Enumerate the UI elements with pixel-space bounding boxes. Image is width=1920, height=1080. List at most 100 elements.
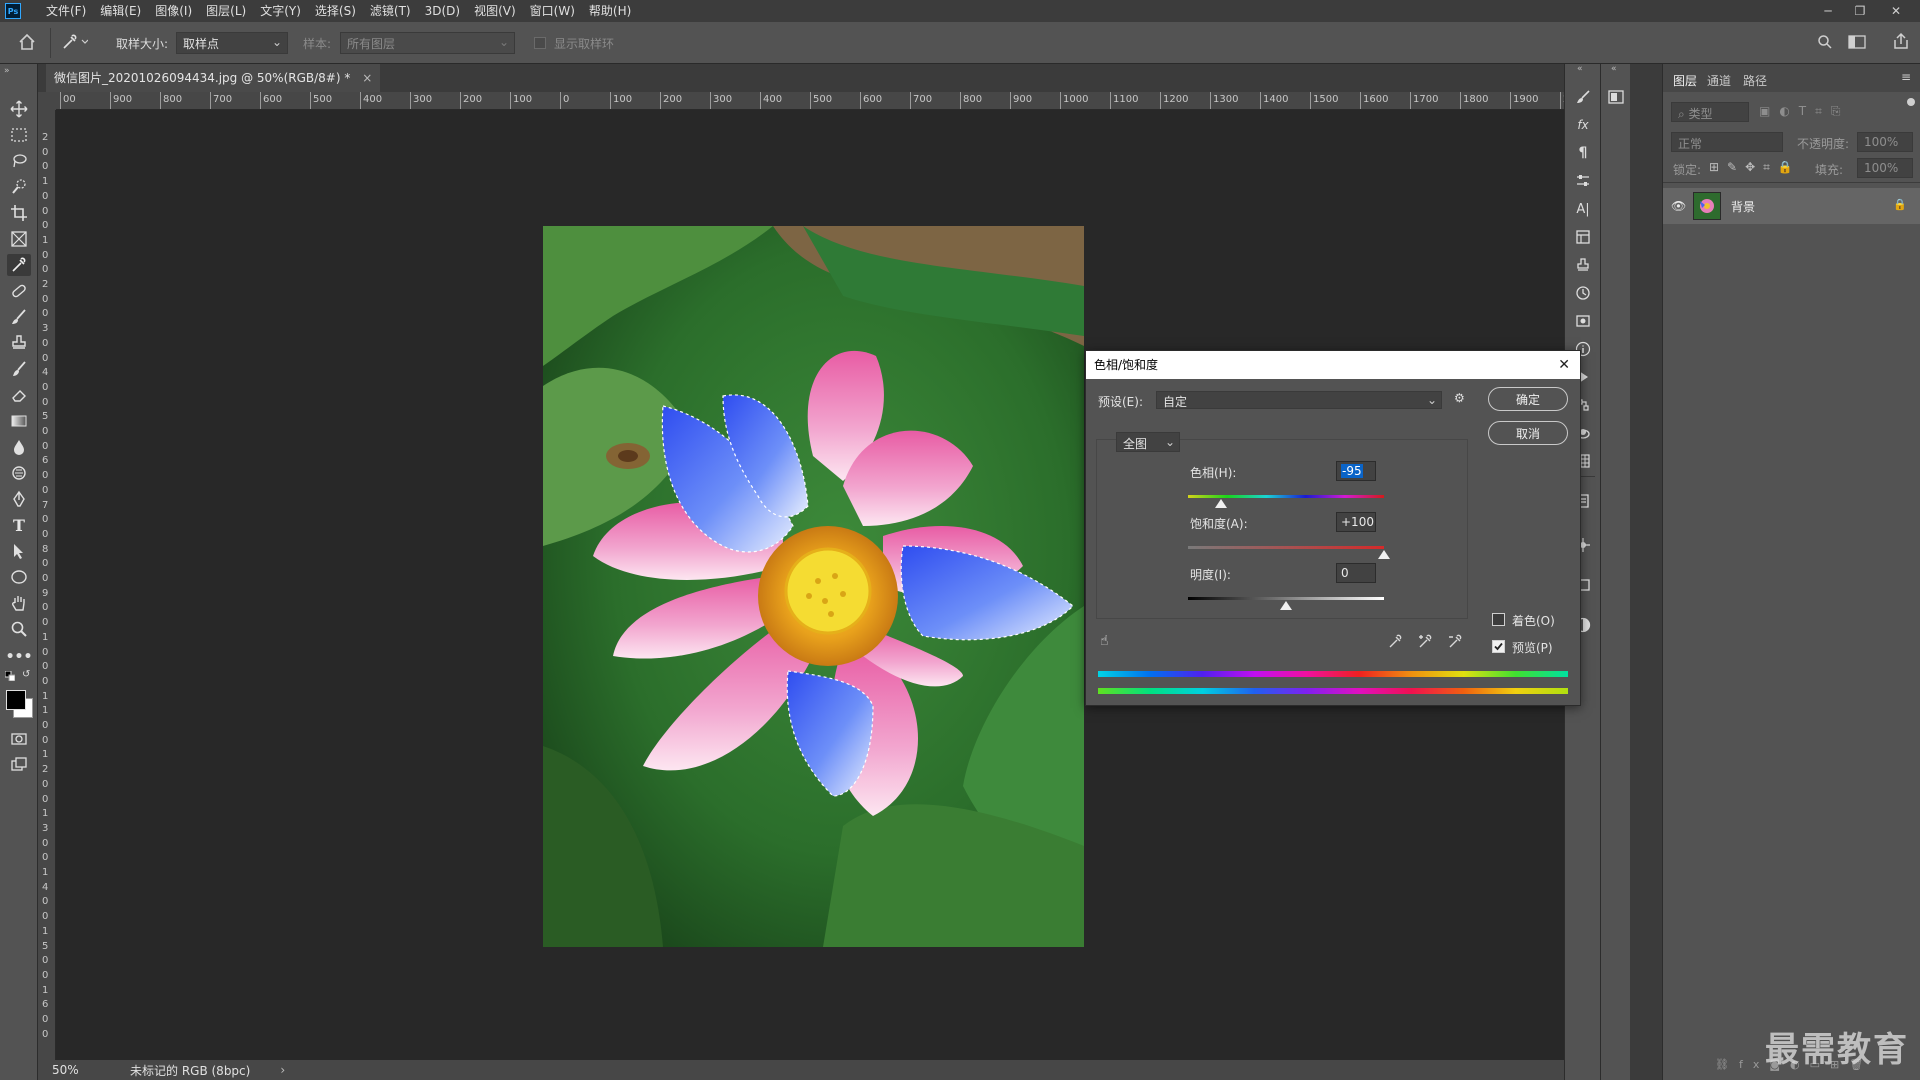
clone-source-icon[interactable] (1574, 256, 1592, 274)
zoom-tool-icon[interactable] (7, 618, 31, 640)
preset-select[interactable]: 自定 ⌄ (1156, 391, 1442, 409)
libraries-icon[interactable] (1574, 228, 1592, 246)
colorize-checkbox[interactable] (1492, 613, 1505, 626)
pen-tool-icon[interactable] (7, 488, 31, 510)
move-tool-icon[interactable] (7, 98, 31, 120)
fill-field[interactable]: 100% (1857, 158, 1913, 178)
menu-layer[interactable]: 图层(L) (199, 0, 253, 22)
menu-file[interactable]: 文件(F) (39, 0, 93, 22)
menu-edit[interactable]: 编辑(E) (93, 0, 148, 22)
healing-brush-tool-icon[interactable] (7, 280, 31, 302)
saturation-slider-thumb[interactable] (1378, 550, 1390, 559)
panel-menu-icon[interactable]: ≡ (1901, 70, 1911, 84)
layer-filter-select[interactable]: ⌕ 类型 (1671, 102, 1749, 122)
collapse-arrows-icon[interactable]: « (1611, 64, 1617, 74)
swap-colors-icon[interactable]: ↺ (22, 669, 30, 680)
tab-paths[interactable]: 路径 (1743, 72, 1767, 89)
preset-gear-icon[interactable]: ⚙ (1454, 391, 1465, 405)
document-tab[interactable]: 微信图片_20201026094434.jpg @ 50%(RGB/8#) * … (46, 64, 381, 92)
menu-help[interactable]: 帮助(H) (582, 0, 638, 22)
sample-size-select[interactable]: 取样点 ⌄ (176, 32, 288, 54)
history-icon[interactable] (1574, 284, 1592, 302)
ellipse-tool-icon[interactable] (7, 566, 31, 588)
adjustments-sliders-icon[interactable] (1574, 172, 1592, 190)
menu-image[interactable]: 图像(I) (148, 0, 199, 22)
collapse-arrows-icon[interactable]: « (1577, 64, 1583, 74)
crop-tool-icon[interactable] (7, 202, 31, 224)
blend-mode-select[interactable]: 正常 (1671, 132, 1783, 152)
targeted-adjustment-hand-icon[interactable]: ☝ (1100, 633, 1109, 649)
eyedropper-icon[interactable] (1388, 633, 1404, 652)
close-icon[interactable]: ✕ (1558, 351, 1570, 379)
type-tool-icon[interactable]: T (7, 514, 31, 536)
search-icon[interactable] (1817, 34, 1833, 53)
hue-slider-thumb[interactable] (1215, 499, 1228, 508)
history-brush-tool-icon[interactable] (7, 358, 31, 380)
marquee-tool-icon[interactable] (7, 124, 31, 146)
zoom-level[interactable]: 50% (52, 1063, 112, 1077)
fx-styles-icon[interactable]: fx (1574, 116, 1592, 134)
menu-select[interactable]: 选择(S) (308, 0, 363, 22)
preview-checkbox[interactable] (1492, 640, 1505, 653)
lotus-photo[interactable] (543, 226, 1084, 947)
show-ring-checkbox[interactable] (534, 37, 546, 49)
saturation-slider-track[interactable] (1188, 546, 1384, 549)
paragraph-icon[interactable]: ¶ (1574, 144, 1592, 162)
menu-3d[interactable]: 3D(D) (418, 0, 467, 22)
quick-mask-icon[interactable] (7, 728, 31, 750)
hue-slider-track[interactable] (1188, 495, 1384, 498)
default-colors-icon[interactable] (4, 670, 16, 684)
ok-button[interactable]: 确定 (1488, 387, 1568, 411)
eyedropper-subtract-icon[interactable] (1448, 633, 1464, 652)
quick-selection-tool-icon[interactable] (7, 176, 31, 198)
layer-name[interactable]: 背景 (1731, 198, 1755, 215)
sample-select[interactable]: 所有图层 ⌄ (340, 32, 515, 54)
filter-toggle-icon[interactable] (1907, 98, 1915, 106)
menu-window[interactable]: 窗口(W) (523, 0, 582, 22)
channels-mixer-icon[interactable] (1574, 312, 1592, 330)
collapse-arrows-icon[interactable]: » (4, 66, 10, 76)
clone-stamp-tool-icon[interactable] (7, 332, 31, 354)
close-window-icon[interactable]: ✕ (1880, 0, 1912, 22)
status-arrow-icon[interactable]: › (280, 1063, 285, 1077)
frame-tool-icon[interactable] (7, 228, 31, 250)
hue-input[interactable]: -95 (1336, 461, 1376, 481)
layer-row-background[interactable]: 👁 背景 🔒 (1663, 188, 1920, 224)
eyedropper-tool-icon[interactable] (7, 254, 31, 276)
layer-filter-icons[interactable]: ▣◐T⌗⎘ (1759, 104, 1850, 119)
screen-mode-icon[interactable] (7, 754, 31, 776)
tab-layers[interactable]: 图层 (1673, 72, 1697, 89)
eraser-tool-icon[interactable] (7, 384, 31, 406)
eyedropper-tool-preset-icon[interactable] (60, 33, 89, 54)
opacity-field[interactable]: 100% (1857, 132, 1913, 152)
brush-tool-icon[interactable] (7, 306, 31, 328)
lightness-input[interactable]: 0 (1336, 563, 1376, 583)
character-icon[interactable]: A| (1574, 200, 1592, 218)
menu-filter[interactable]: 滤镜(T) (363, 0, 418, 22)
color-panel-icon[interactable] (1608, 89, 1624, 108)
minimize-icon[interactable]: ─ (1812, 0, 1844, 22)
visibility-eye-icon[interactable]: 👁 (1671, 199, 1686, 213)
restore-icon[interactable]: ❐ (1844, 0, 1876, 22)
home-icon[interactable] (18, 33, 36, 54)
lightness-slider-thumb[interactable] (1280, 601, 1292, 610)
lock-icons[interactable]: ⊞✎✥⌗🔒 (1709, 160, 1801, 175)
gradient-tool-icon[interactable] (7, 410, 31, 432)
workspace-icon[interactable] (1848, 34, 1866, 53)
close-tab-icon[interactable]: × (362, 71, 372, 85)
foreground-color-swatch[interactable] (6, 690, 26, 710)
tab-channels[interactable]: 通道 (1707, 72, 1731, 89)
share-icon[interactable] (1892, 32, 1910, 53)
more-tools-icon[interactable]: ••• (6, 646, 33, 668)
dodge-tool-icon[interactable] (7, 462, 31, 484)
hand-tool-icon[interactable] (7, 592, 31, 614)
brush-settings-icon[interactable] (1574, 88, 1592, 106)
menu-view[interactable]: 视图(V) (467, 0, 523, 22)
menu-type[interactable]: 文字(Y) (253, 0, 308, 22)
lightness-slider-track[interactable] (1188, 597, 1384, 600)
blur-tool-icon[interactable] (7, 436, 31, 458)
saturation-input[interactable]: +100 (1336, 512, 1376, 532)
path-selection-tool-icon[interactable] (7, 540, 31, 562)
lasso-tool-icon[interactable] (7, 150, 31, 172)
eyedropper-add-icon[interactable] (1418, 633, 1434, 652)
